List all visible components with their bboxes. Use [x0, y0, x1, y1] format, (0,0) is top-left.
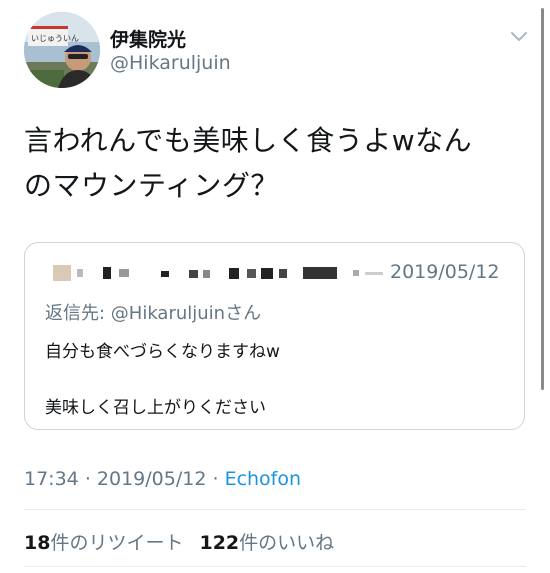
retweet-label: 件のリツイート: [50, 532, 184, 554]
avatar[interactable]: いじゅういん: [24, 12, 100, 88]
meta-separator: ·: [84, 468, 91, 490]
quoted-date: 2019/05/12: [390, 261, 500, 283]
quoted-text-line: 美味しく召し上がりください: [45, 398, 266, 418]
divider: [24, 509, 526, 510]
quoted-text-line: 自分も食べづらくなりますねw: [45, 342, 280, 362]
like-label: 件のいいね: [239, 532, 335, 554]
tweet-time: 17:34: [24, 468, 79, 490]
divider: [24, 566, 526, 567]
avatar-image: いじゅういん: [24, 12, 100, 88]
tweet-source-link[interactable]: Echofon: [225, 468, 301, 490]
author-name[interactable]: 伊集院光: [110, 25, 186, 52]
meta-separator: ·: [212, 468, 219, 490]
reply-to-label: 返信先: @Hikaruljuinさん: [45, 303, 262, 324]
like-count: 122: [199, 532, 240, 554]
scrollbar[interactable]: [541, 8, 544, 390]
tweet-text: 言われんでも美味しく食うよwなん のマウンティング？: [24, 118, 524, 208]
tweet-date[interactable]: 2019/05/12: [97, 468, 207, 490]
chevron-down-icon[interactable]: [508, 26, 530, 46]
tweet-stats: 18件のリツイート 122件のいいね: [24, 528, 334, 555]
author-handle[interactable]: @Hikaruljuin: [110, 52, 231, 74]
svg-text:いじゅういん: いじゅういん: [31, 34, 79, 43]
retweet-stat[interactable]: 18件のリツイート: [24, 532, 183, 554]
tweet-text-line: 言われんでも美味しく食うよwなん: [24, 124, 473, 157]
quoted-tweet[interactable]: 2019/05/12 返信先: @Hikaruljuinさん 自分も食べづらくな…: [24, 242, 525, 430]
like-stat[interactable]: 122件のいいね: [199, 532, 334, 554]
tweet-meta: 17:34 · 2019/05/12 · Echofon: [24, 468, 301, 490]
redacted-user-info: [53, 265, 383, 281]
retweet-count: 18: [24, 532, 51, 554]
tweet-text-line: のマウンティング？: [24, 169, 279, 202]
